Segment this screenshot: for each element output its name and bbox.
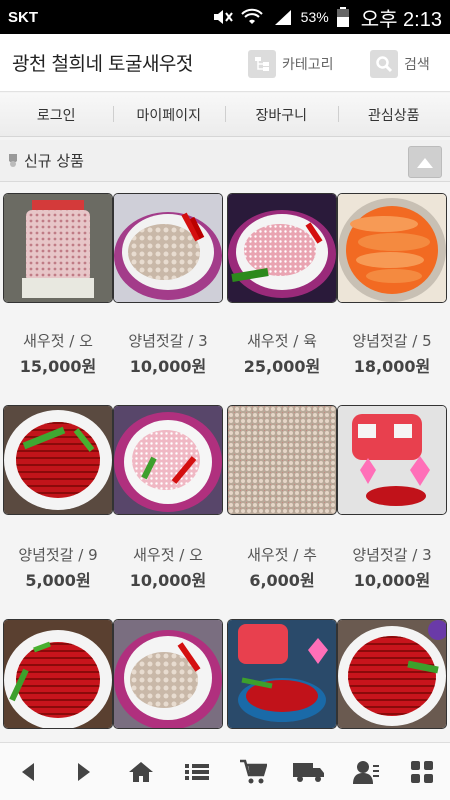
shop-title[interactable]: 광천 철희네 토굴새우젓	[12, 49, 193, 76]
product-price: 15,000원	[19, 357, 97, 376]
product-card[interactable]	[4, 194, 112, 302]
product-card[interactable]	[114, 406, 222, 514]
product-name[interactable]: 양념젓갈 / 9	[4, 544, 112, 565]
product-image[interactable]	[338, 620, 446, 728]
product-price: 10,000원	[129, 357, 207, 376]
product-image[interactable]	[228, 620, 336, 728]
delivery-icon[interactable]	[291, 754, 327, 790]
scroll-top-button[interactable]	[408, 146, 442, 178]
product-card[interactable]	[338, 194, 446, 302]
product-name[interactable]: 양념젓갈 / 3	[114, 330, 222, 351]
product-card[interactable]	[228, 406, 336, 514]
product-price: 10,000원	[353, 571, 431, 590]
signal-icon	[274, 10, 291, 25]
product-image[interactable]	[228, 406, 336, 514]
arrow-up-icon	[417, 158, 433, 168]
product-name[interactable]: 양념젓갈 / 3	[338, 544, 446, 565]
status-bar: SKT 53% 오후 2:13	[0, 0, 450, 34]
battery-percent: 53%	[300, 9, 329, 25]
product-name[interactable]: 새우젓 / 오	[114, 544, 222, 565]
grid-menu-icon[interactable]	[404, 754, 440, 790]
product-card[interactable]	[114, 620, 222, 728]
clock: 오후 2:13	[360, 8, 442, 31]
category-button[interactable]: 카테고리	[248, 50, 334, 78]
product-image[interactable]	[114, 406, 222, 514]
bottom-nav	[0, 742, 450, 800]
product-price: 10,000원	[129, 571, 207, 590]
member-icon[interactable]	[348, 754, 384, 790]
product-image[interactable]	[338, 194, 446, 302]
product-card[interactable]	[338, 620, 446, 728]
top-menu: 로그인 마이페이지 장바구니 관심상품	[0, 93, 450, 137]
product-price: 25,000원	[243, 357, 321, 376]
back-icon[interactable]	[10, 754, 46, 790]
section-header: 신규 상품	[0, 140, 450, 182]
carrier-label: SKT	[8, 8, 38, 26]
product-image[interactable]	[338, 406, 446, 514]
product-price: 6,000원	[249, 571, 315, 590]
product-name[interactable]: 새우젓 / 추	[228, 544, 336, 565]
product-name[interactable]: 새우젓 / 오	[4, 330, 112, 351]
search-icon	[370, 50, 398, 78]
product-card[interactable]	[114, 194, 222, 302]
forward-icon[interactable]	[66, 754, 102, 790]
product-price: 18,000원	[353, 357, 431, 376]
medal-icon	[9, 153, 17, 167]
menu-cart[interactable]: 장바구니	[225, 105, 338, 125]
mute-icon	[213, 10, 233, 24]
menu-mypage[interactable]: 마이페이지	[112, 105, 226, 125]
product-card[interactable]	[228, 194, 336, 302]
app-header: 광천 철희네 토굴새우젓 카테고리 검색	[0, 34, 450, 92]
search-label: 검색	[404, 57, 430, 73]
product-name[interactable]: 새우젓 / 육	[228, 330, 336, 351]
battery-icon	[336, 7, 349, 27]
product-image[interactable]	[4, 406, 112, 514]
search-button[interactable]: 검색	[370, 50, 430, 78]
section-title: 신규 상품	[24, 152, 84, 170]
product-card[interactable]	[4, 620, 112, 728]
cart-icon[interactable]	[235, 754, 271, 790]
product-image[interactable]	[4, 620, 112, 728]
product-card[interactable]	[338, 406, 446, 514]
product-image[interactable]	[114, 620, 222, 728]
product-card[interactable]	[4, 406, 112, 514]
home-icon[interactable]	[123, 754, 159, 790]
product-price: 5,000원	[25, 571, 91, 590]
category-icon	[248, 50, 276, 78]
menu-wishlist[interactable]: 관심상품	[337, 105, 450, 125]
product-image[interactable]	[228, 194, 336, 302]
menu-login[interactable]: 로그인	[0, 105, 113, 125]
category-label: 카테고리	[282, 57, 334, 73]
product-name[interactable]: 양념젓갈 / 5	[338, 330, 446, 351]
list-icon[interactable]	[179, 754, 215, 790]
product-image[interactable]	[4, 194, 112, 302]
product-card[interactable]	[228, 620, 336, 728]
product-image[interactable]	[114, 194, 222, 302]
wifi-icon	[240, 8, 263, 24]
